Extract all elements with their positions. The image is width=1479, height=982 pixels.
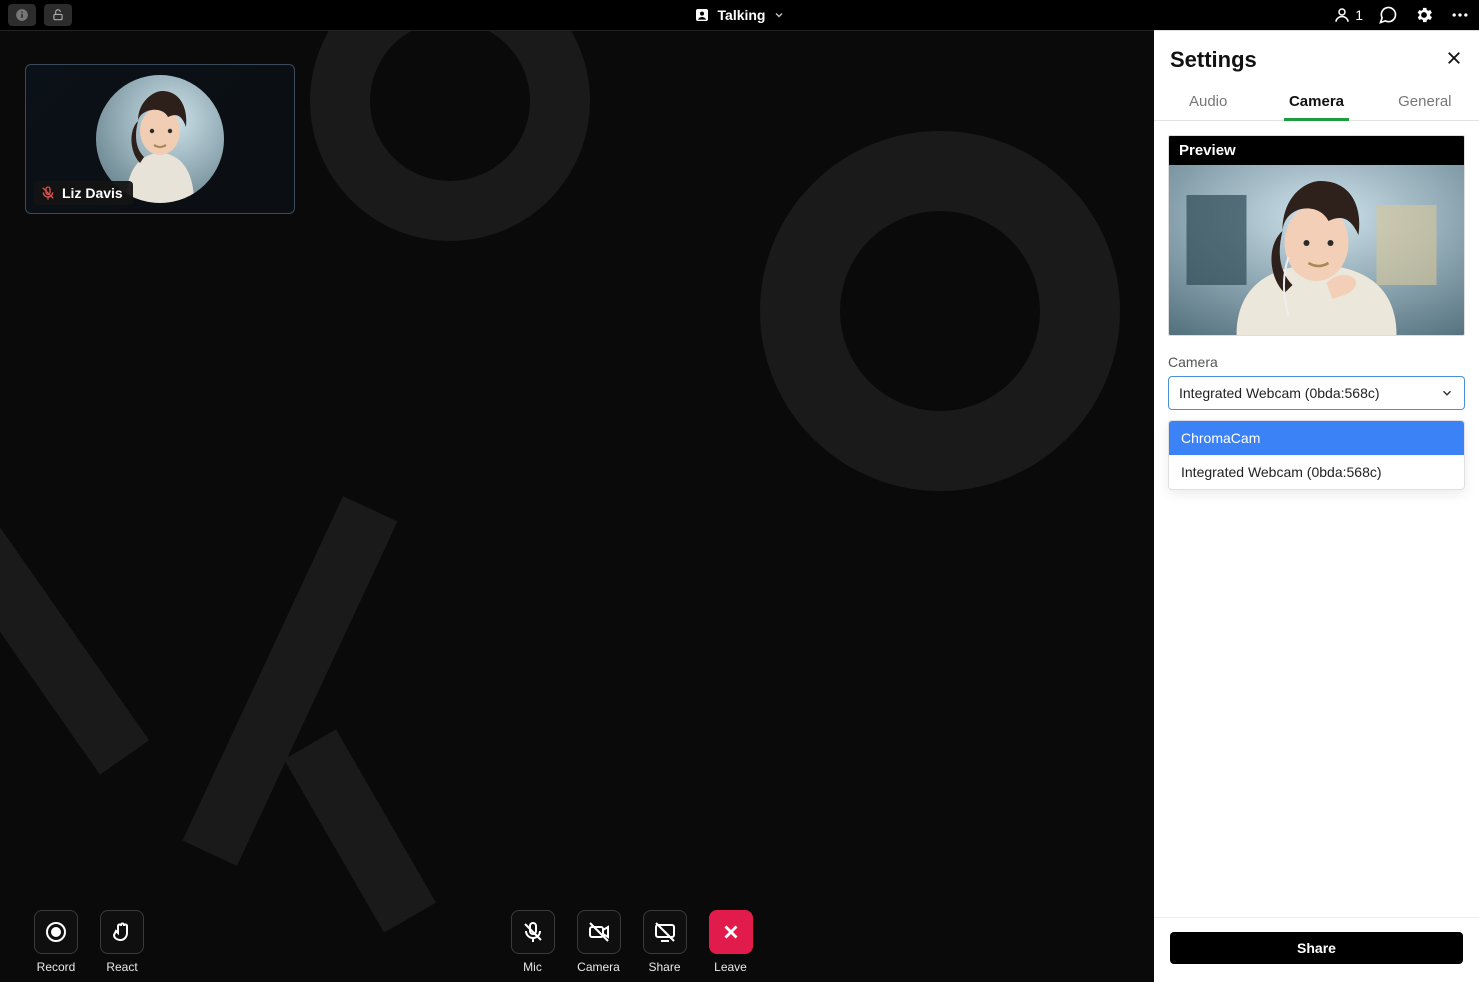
more-button[interactable] [1449, 4, 1471, 26]
chevron-down-icon [773, 9, 785, 21]
settings-header: Settings [1154, 31, 1479, 83]
decorative-ring [310, 30, 590, 241]
person-speaking-icon [694, 7, 710, 23]
record-icon [44, 920, 68, 944]
info-icon [15, 8, 29, 22]
camera-off-icon [587, 920, 611, 944]
mic-muted-icon [40, 185, 56, 201]
participant-name-pill: Liz Davis [34, 181, 133, 205]
settings-tabs: Audio Camera General [1154, 83, 1479, 121]
leave-label: Leave [714, 960, 747, 974]
mic-off-icon [521, 920, 545, 944]
chevron-down-icon [1440, 386, 1454, 400]
settings-panel: Settings Audio Camera General Preview [1154, 30, 1479, 982]
mic-button[interactable]: Mic [511, 910, 555, 974]
participant-count-value: 1 [1355, 7, 1363, 23]
tab-general[interactable]: General [1371, 83, 1479, 120]
react-button[interactable]: React [100, 910, 144, 974]
chat-button[interactable] [1377, 4, 1399, 26]
settings-close-button[interactable] [1445, 49, 1463, 72]
close-icon [1445, 49, 1463, 67]
record-button[interactable]: Record [34, 910, 78, 974]
settings-footer: Share [1154, 917, 1479, 982]
chat-icon [1378, 5, 1398, 25]
share-label: Share [648, 960, 680, 974]
close-icon [720, 921, 742, 943]
settings-title: Settings [1170, 47, 1257, 73]
settings-body: Preview [1154, 121, 1479, 917]
participants-button[interactable]: 1 [1333, 6, 1363, 24]
control-dock: Record React Mic Camera [0, 902, 1154, 982]
topbar-left-group [8, 4, 72, 26]
camera-option[interactable]: ChromaCam [1169, 421, 1464, 455]
person-icon [1333, 6, 1351, 24]
camera-select-value: Integrated Webcam (0bda:568c) [1179, 385, 1380, 401]
unlock-icon [51, 8, 65, 22]
tab-camera[interactable]: Camera [1262, 83, 1370, 120]
gear-icon [1414, 5, 1434, 25]
tab-audio[interactable]: Audio [1154, 83, 1262, 120]
more-horizontal-icon [1450, 5, 1470, 25]
top-bar: Talking 1 [0, 0, 1479, 30]
camera-option[interactable]: Integrated Webcam (0bda:568c) [1169, 455, 1464, 489]
participant-tile[interactable]: Liz Davis [25, 64, 295, 214]
info-button[interactable] [8, 4, 36, 26]
camera-dropdown: ChromaCam Integrated Webcam (0bda:568c) [1168, 420, 1465, 490]
preview-label: Preview [1169, 136, 1464, 165]
dock-left-group: Record React [34, 910, 144, 974]
camera-button[interactable]: Camera [577, 910, 621, 974]
hand-icon [110, 920, 134, 944]
record-label: Record [37, 960, 76, 974]
lock-button[interactable] [44, 4, 72, 26]
call-status-label: Talking [718, 7, 766, 23]
camera-preview-card: Preview [1168, 135, 1465, 336]
camera-field-label: Camera [1168, 354, 1465, 370]
decorative-bar [0, 527, 149, 774]
share-screen-button[interactable]: Share [643, 910, 687, 974]
decorative-ring [760, 131, 1120, 491]
dock-center-group: Mic Camera Share Leave [511, 910, 753, 974]
mic-label: Mic [523, 960, 542, 974]
call-status[interactable]: Talking [694, 7, 786, 23]
topbar-right-group: 1 [1333, 4, 1471, 26]
camera-preview-image [1169, 165, 1464, 335]
leave-button[interactable]: Leave [709, 910, 753, 974]
react-label: React [106, 960, 137, 974]
share-button[interactable]: Share [1170, 932, 1463, 964]
screen-share-icon [653, 920, 677, 944]
participant-name: Liz Davis [62, 185, 123, 201]
camera-label: Camera [577, 960, 620, 974]
camera-select[interactable]: Integrated Webcam (0bda:568c) [1168, 376, 1465, 410]
settings-button[interactable] [1413, 4, 1435, 26]
